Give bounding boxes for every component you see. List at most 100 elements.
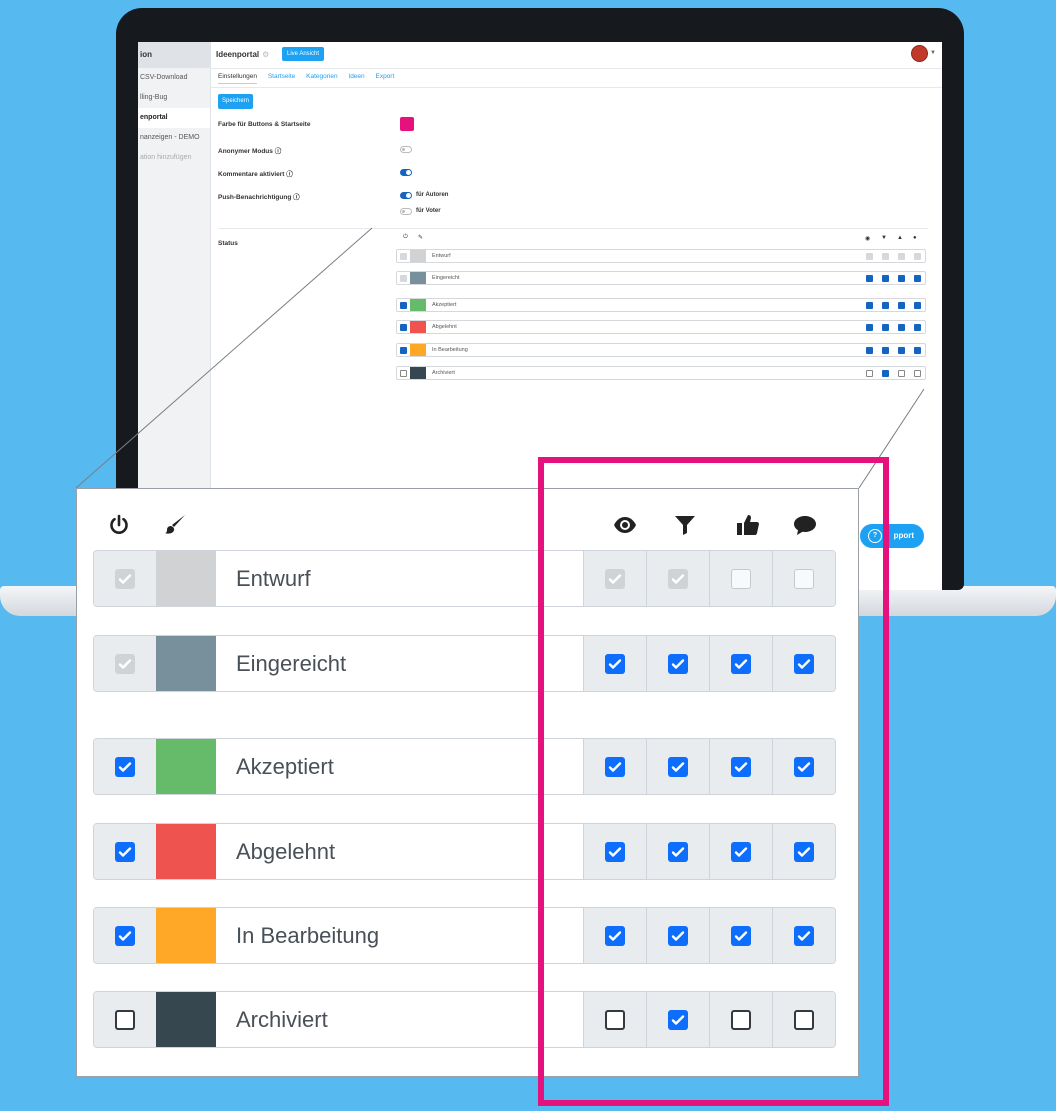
brush-icon [165,515,185,534]
sidebar-item-bug[interactable]: lling-Bug [138,88,210,108]
status-comment-checkbox-small[interactable] [914,253,921,260]
status-filter-checkbox-small[interactable] [882,275,889,282]
status-filter-checkbox-small[interactable] [882,347,889,354]
status-name: Eingereicht [236,651,347,676]
status-comment-checkbox-small[interactable] [914,275,921,282]
sidebar-item-demo[interactable]: nanzeigen - DEMO [138,128,210,148]
comments-label: Kommentare aktiviert ⓘ [218,171,293,178]
status-comment-checkbox-small[interactable] [914,302,921,309]
status-filter-checkbox-small[interactable] [882,302,889,309]
support-button-label: pport [893,531,914,540]
chevron-down-icon[interactable]: ▼ [930,50,936,56]
anonymous-mode-toggle[interactable] [400,146,412,153]
status-enabled-checkbox-small[interactable] [400,324,407,331]
sidebar-item-ideenportal[interactable]: enportal [138,108,210,128]
status-color-swatch-small[interactable] [410,321,426,333]
status-name: Abgelehnt [236,839,336,864]
status-comment-checkbox-small[interactable] [914,324,921,331]
push-voters-toggle[interactable] [400,208,412,215]
status-view-checkbox-small[interactable] [866,324,873,331]
status-color-swatch-small[interactable] [410,344,426,356]
status-name: Entwurf [236,566,311,591]
status-view-checkbox-small[interactable] [866,302,873,309]
sidebar-item-add[interactable]: ation hinzufügen [138,148,210,168]
status-enabled-checkbox[interactable] [115,925,135,946]
status-view-checkbox-small[interactable] [866,370,873,377]
status-name: In Bearbeitung [236,923,380,948]
status-color-swatch[interactable] [156,824,216,879]
status-enabled-checkbox[interactable] [115,1009,135,1030]
live-view-button[interactable]: Live Ansicht [282,47,325,61]
status-enabled-checkbox-small[interactable] [400,253,407,260]
tab-startseite[interactable]: Startseite [268,73,295,83]
status-enabled-checkbox[interactable] [115,568,135,589]
status-vote-checkbox-small[interactable] [898,302,905,309]
power-icon-small: ⏻ [403,234,408,240]
sidebar-header: ion [138,42,210,68]
tab-einstellungen[interactable]: Einstellungen [218,73,258,84]
status-color-swatch-small[interactable] [410,272,426,284]
tab-bar: Einstellungen Startseite Kategorien Idee… [218,73,403,84]
status-enabled-checkbox-small[interactable] [400,347,407,354]
status-name: Akzeptiert [236,754,334,779]
status-enabled-checkbox-small[interactable] [400,302,407,309]
anonymous-mode-label: Anonymer Modus ⓘ [218,148,282,155]
status-view-checkbox-small[interactable] [866,275,873,282]
app-title-text: Ideenportal [216,50,260,59]
status-vote-checkbox-small[interactable] [898,253,905,260]
avatar[interactable] [911,45,928,62]
status-vote-checkbox-small[interactable] [898,370,905,377]
push-voters-label: für Voter [416,208,441,214]
power-icon [110,514,128,534]
status-color-swatch[interactable] [156,551,216,606]
status-enabled-cell [94,636,156,691]
status-view-checkbox-small[interactable] [866,347,873,354]
tab-export[interactable]: Export [375,73,394,83]
status-enabled-checkbox[interactable] [115,653,135,674]
thumbs-up-icon-small: ▲ [897,235,903,241]
status-label: Status [218,240,238,247]
status-enabled-checkbox[interactable] [115,756,135,777]
tab-kategorien[interactable]: Kategorien [306,73,337,83]
status-color-swatch[interactable] [156,636,216,691]
sidebar-item-csv-download[interactable]: CSV-Download [138,68,210,88]
status-filter-checkbox-small[interactable] [882,324,889,331]
status-name-small: Akzeptiert [432,302,457,308]
push-authors-toggle[interactable] [400,192,412,199]
button-color-swatch[interactable] [400,117,414,131]
comments-toggle[interactable] [400,169,412,176]
save-button[interactable]: Speichern [218,94,254,109]
status-row-small: Archiviert [396,366,926,380]
status-comment-checkbox-small[interactable] [914,347,921,354]
status-enabled-checkbox-small[interactable] [400,370,407,377]
status-enabled-checkbox[interactable] [115,841,135,862]
status-comment-checkbox-small[interactable] [914,370,921,377]
status-vote-checkbox-small[interactable] [898,275,905,282]
settings-icon[interactable]: ⚙ [262,50,269,59]
status-color-swatch-small[interactable] [410,250,426,262]
tab-ideen[interactable]: Ideen [348,73,364,83]
status-name-small: Archiviert [432,370,455,376]
status-name-small: Entwurf [432,253,451,259]
push-authors-label: für Autoren [416,192,449,198]
status-filter-checkbox-small[interactable] [882,370,889,377]
section-divider [218,228,928,229]
status-row-small: In Bearbeitung [396,343,926,357]
status-color-swatch[interactable] [156,908,216,963]
status-enabled-cell [94,992,156,1047]
status-vote-checkbox-small[interactable] [898,324,905,331]
status-filter-checkbox-small[interactable] [882,253,889,260]
status-enabled-cell [94,551,156,606]
brush-icon-small: ✎ [418,235,424,241]
highlight-frame [538,457,889,1106]
status-row-small: Entwurf [396,249,926,263]
status-vote-checkbox-small[interactable] [898,347,905,354]
status-enabled-checkbox-small[interactable] [400,275,407,282]
status-view-checkbox-small[interactable] [866,253,873,260]
tab-divider [210,87,942,88]
status-color-swatch[interactable] [156,992,216,1047]
status-color-swatch-small[interactable] [410,299,426,311]
status-color-swatch-small[interactable] [410,367,426,379]
button-color-label: Farbe für Buttons & Startseite [218,121,311,128]
status-color-swatch[interactable] [156,739,216,794]
